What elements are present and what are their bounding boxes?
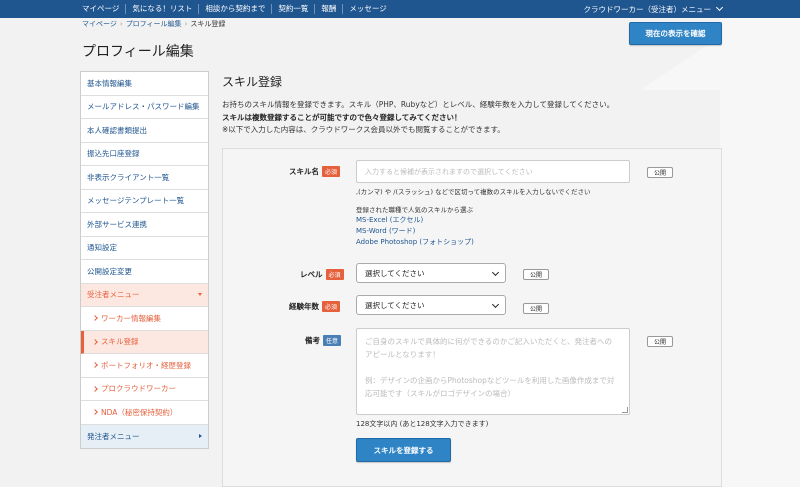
chevron-down-icon (715, 3, 724, 12)
sidebar-client-menu-label: 発注者メニュー (87, 431, 140, 441)
intro-line-3: ※以下で入力した内容は、クラウドワークス会員以外でも閲覧することができます。 (222, 125, 505, 134)
years-select[interactable]: 選択してください (356, 295, 506, 315)
chevron-right-icon (92, 338, 98, 345)
skill-input-hint: ,(カンマ) や /(スラッシュ) などで区切って複数のスキルを入力しないでくだ… (356, 188, 591, 196)
sidebar-item-external-services[interactable]: 外部サービス連携 (81, 213, 208, 237)
view-current-display-button[interactable]: 現在の表示を確認 (629, 22, 722, 45)
notes-placeholder-line-4: 応可能です（スキルがロゴデザインの場合） (365, 389, 515, 398)
caret-right-icon (199, 434, 202, 439)
page-title: プロフィール編集 (82, 44, 194, 60)
sidebar-item-email-password[interactable]: メールアドレス・パスワード編集 (81, 96, 208, 119)
intro-text: お持ちのスキル情報を登録できます。スキル（PHP、Rubyなど）とレベル、経験年… (222, 99, 722, 137)
nav-link-mypage[interactable]: マイページ (82, 4, 127, 14)
user-menu[interactable]: クラウドワーカー（受注者）メニュー (583, 0, 724, 18)
nav-link-consultation[interactable]: 相談から契約まで (199, 4, 273, 14)
level-select[interactable]: 選択してください (356, 263, 506, 283)
years-select-value: 選択してください (365, 300, 425, 310)
skill-name-label-text: スキル名 (289, 167, 319, 176)
years-public-toggle[interactable]: 公開 (523, 303, 549, 314)
popular-skill-link-excel[interactable]: MS-Excel (エクセル) (356, 215, 423, 225)
sidebar-item-portfolio[interactable]: ポートフォリオ・経歴登録 (81, 354, 208, 378)
sidebar-worker-menu[interactable]: 受注者メニュー (81, 283, 208, 307)
notes-character-counter: 128文字以内 (あと128文字入力できます) (356, 420, 489, 428)
sidebar-item-hidden-clients[interactable]: 非表示クライアント一覧 (81, 166, 208, 190)
section-title: スキル登録 (222, 75, 283, 89)
resize-handle-icon[interactable] (622, 407, 628, 413)
sidebar-item-label: プロクラウドワーカー (101, 384, 176, 394)
required-badge: 必須 (322, 301, 341, 312)
optional-badge: 任意 (323, 335, 342, 346)
popular-skill-link-word[interactable]: MS-Word (ワード) (356, 226, 415, 236)
background-shape (720, 18, 800, 487)
intro-line-1: お持ちのスキル情報を登録できます。スキル（PHP、Rubyなど）とレベル、経験年… (222, 100, 615, 109)
breadcrumb-mypage[interactable]: マイページ (82, 20, 117, 28)
nav-link-rewards[interactable]: 報酬 (315, 4, 344, 14)
sidebar-item-notifications[interactable]: 通知設定 (81, 237, 208, 260)
user-menu-label: クラウドワーカー（受注者）メニュー (583, 4, 712, 14)
notes-public-toggle[interactable]: 公開 (647, 336, 673, 347)
sidebar: 基本情報編集 メールアドレス・パスワード編集 本人確認書類提出 振込先口座登録 … (80, 71, 209, 449)
level-label: レベル 必須 (300, 269, 344, 280)
level-label-text: レベル (300, 270, 323, 279)
chevron-right-icon (92, 409, 98, 415)
skill-form-panel: スキル名 必須 入力すると候補が表示されますので選択してください 公開 ,(カン… (222, 148, 722, 487)
years-label-text: 経験年数 (289, 302, 319, 311)
nav-link-favorites[interactable]: 気になる！リスト (126, 4, 200, 14)
notes-placeholder-line-3: 例：デザインの企画からPhotoshopなどツールを利用した画像作成まで対 (365, 376, 615, 385)
sidebar-item-label: NDA（秘密保持契約） (101, 407, 178, 417)
sidebar-item-worker-info[interactable]: ワーカー情報編集 (81, 307, 208, 331)
sidebar-item-message-templates[interactable]: メッセージテンプレート一覧 (81, 190, 208, 213)
chevron-right-icon (92, 362, 98, 368)
sidebar-item-skill-registration[interactable]: スキル登録 (81, 330, 208, 354)
sidebar-item-label: スキル登録 (101, 337, 139, 347)
breadcrumb-current: スキル登録 (190, 20, 226, 28)
sidebar-item-basic-info[interactable]: 基本情報編集 (81, 72, 208, 96)
notes-textarea[interactable]: ご自身のスキルで具体的に何ができるのかご記入いただくと、発注者への アピールとな… (356, 328, 630, 415)
nav-link-contracts[interactable]: 契約一覧 (272, 4, 316, 14)
top-nav-links: マイページ 気になる！リスト 相談から契約まで 契約一覧 報酬 メッセージ (82, 0, 393, 18)
notes-placeholder-line-1: ご自身のスキルで具体的に何ができるのかご記入いただくと、発注者への (365, 337, 613, 346)
required-badge: 必須 (325, 269, 344, 280)
sidebar-client-menu[interactable]: 発注者メニュー (81, 424, 208, 448)
main-content: スキル登録 お持ちのスキル情報を登録できます。スキル（PHP、Rubyなど）とレ… (222, 71, 722, 487)
sidebar-item-pro-crowdworker[interactable]: プロクラウドワーカー (81, 377, 208, 401)
intro-line-2: スキルは複数登録することが可能ですので色々登録してみてください！ (222, 112, 462, 122)
popular-skill-link-photoshop[interactable]: Adobe Photoshop (フォトショップ) (356, 237, 474, 247)
register-skill-button[interactable]: スキルを登録する (356, 438, 451, 462)
breadcrumb: マイページ › プロフィール編集 › スキル登録 (82, 20, 226, 28)
years-label: 経験年数 必須 (289, 301, 341, 312)
sidebar-worker-menu-label: 受注者メニュー (87, 290, 140, 300)
popular-skills-hint: 登録された職種で人気のスキルから選ぶ (356, 206, 473, 214)
nav-link-messages[interactable]: メッセージ (343, 4, 392, 14)
caret-down-icon (198, 293, 202, 297)
notes-label-text: 備考 (305, 336, 320, 345)
skill-name-input[interactable]: 入力すると候補が表示されますので選択してください (356, 160, 630, 183)
level-select-value: 選択してください (365, 268, 425, 278)
required-badge: 必須 (322, 166, 341, 177)
chevron-down-icon (491, 300, 500, 309)
level-public-toggle[interactable]: 公開 (523, 269, 549, 280)
notes-placeholder-line-2: アピールとなります！ (365, 350, 440, 359)
chevron-down-icon (491, 268, 500, 277)
sidebar-item-label: ポートフォリオ・経歴登録 (101, 360, 191, 370)
top-navigation-bar: マイページ 気になる！リスト 相談から契約まで 契約一覧 報酬 メッセージ クラ… (0, 0, 800, 18)
sidebar-item-identity-docs[interactable]: 本人確認書類提出 (81, 119, 208, 143)
skill-public-toggle[interactable]: 公開 (647, 167, 673, 178)
sidebar-item-public-settings[interactable]: 公開設定変更 (81, 260, 208, 284)
breadcrumb-profile-edit[interactable]: プロフィール編集 (126, 20, 182, 28)
chevron-right-icon (92, 385, 98, 392)
chevron-right-icon (92, 315, 98, 321)
sidebar-item-bank-account[interactable]: 振込先口座登録 (81, 143, 208, 166)
sidebar-item-nda[interactable]: NDA（秘密保持契約） (81, 401, 208, 425)
sidebar-item-label: ワーカー情報編集 (101, 313, 161, 323)
skill-name-label: スキル名 必須 (289, 166, 341, 177)
notes-label: 備考 任意 (305, 335, 342, 346)
